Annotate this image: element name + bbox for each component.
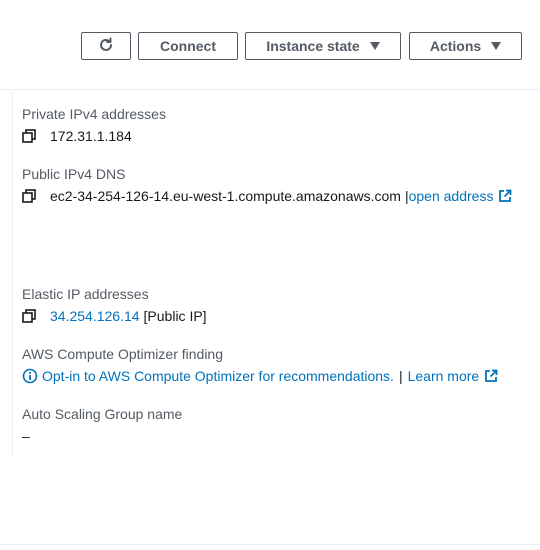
copy-icon[interactable] [22, 307, 40, 325]
caret-down-icon [491, 42, 502, 50]
elastic-ip-label: Elastic IP addresses [22, 286, 149, 302]
copy-icon[interactable] [22, 127, 40, 145]
external-link-icon[interactable] [484, 369, 498, 383]
auto-scaling-value: – [22, 428, 30, 444]
actions-label: Actions [429, 38, 482, 54]
elastic-ip-link[interactable]: 34.254.126.14 [50, 307, 140, 325]
instance-state-dropdown[interactable]: Instance state [245, 32, 401, 60]
divider [0, 544, 540, 545]
private-ipv4-value: 172.31.1.184 [50, 128, 132, 144]
auto-scaling-label: Auto Scaling Group name [22, 406, 183, 422]
public-dns-value: ec2-34-254-126-14.eu-west-1.compute.amaz… [50, 188, 401, 204]
compute-optimizer-label: AWS Compute Optimizer finding [22, 346, 223, 362]
opt-in-link[interactable]: Opt-in to AWS Compute Optimizer for reco… [42, 367, 394, 385]
connect-button-label: Connect [160, 38, 216, 54]
elastic-ip-field: Elastic IP addresses 34.254.126.14 [Publ… [22, 285, 207, 325]
connect-button[interactable]: Connect [138, 32, 238, 60]
refresh-icon [97, 36, 115, 57]
learn-more-link[interactable]: Learn more [408, 367, 480, 385]
refresh-button[interactable] [81, 32, 131, 60]
private-ipv4-label: Private IPv4 addresses [22, 106, 166, 122]
open-address-link[interactable]: open address [409, 187, 494, 205]
public-dns-field: Public IPv4 DNS ec2-34-254-126-14.eu-wes… [22, 165, 512, 205]
elastic-ip-suffix: [Public IP] [143, 308, 207, 324]
instance-state-label: Instance state [266, 38, 360, 54]
auto-scaling-field: Auto Scaling Group name – [22, 405, 182, 445]
separator: | [398, 368, 403, 384]
compute-optimizer-field: AWS Compute Optimizer finding Opt-in to … [22, 345, 498, 385]
actions-dropdown[interactable]: Actions [409, 32, 522, 60]
instance-details-panel: Private IPv4 addresses 172.31.1.184 Publ… [12, 91, 540, 455]
copy-icon[interactable] [22, 187, 40, 205]
caret-down-icon [369, 42, 380, 50]
private-ipv4-field: Private IPv4 addresses 172.31.1.184 [22, 105, 166, 145]
info-icon [22, 368, 38, 384]
external-link-icon[interactable] [498, 189, 512, 203]
toolbar: Connect Instance state Actions [0, 0, 540, 90]
public-dns-label: Public IPv4 DNS [22, 166, 126, 182]
